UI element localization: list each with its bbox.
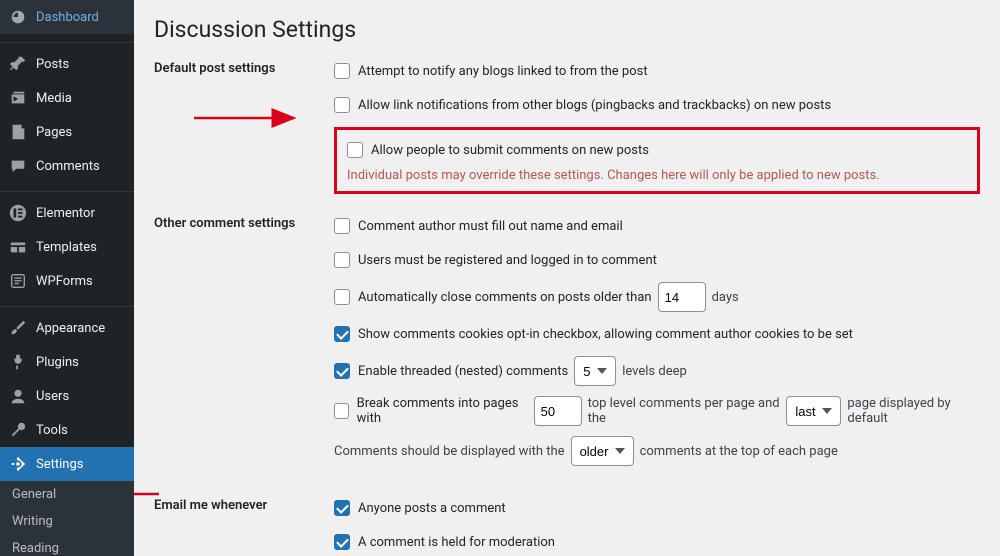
sidebar-item-plugins[interactable]: Plugins bbox=[0, 345, 134, 379]
page-title: Discussion Settings bbox=[154, 16, 980, 43]
menu-separator bbox=[0, 302, 134, 307]
checkbox-threaded[interactable] bbox=[334, 363, 350, 379]
elementor-icon bbox=[8, 203, 28, 223]
note-override: Individual posts may override these sett… bbox=[347, 168, 967, 183]
sidebar-item-label: Comments bbox=[36, 159, 100, 174]
sidebar-item-label: Appearance bbox=[36, 321, 105, 336]
label-email-moderation: A comment is held for moderation bbox=[358, 535, 555, 550]
submenu-reading[interactable]: Reading bbox=[0, 535, 134, 556]
sidebar-item-tools[interactable]: Tools bbox=[0, 413, 134, 447]
checkbox-break-pages[interactable] bbox=[334, 403, 349, 419]
checkbox-registered[interactable] bbox=[334, 252, 350, 268]
sidebar-item-settings[interactable]: Settings bbox=[0, 447, 134, 481]
pages-icon bbox=[8, 122, 28, 142]
checkbox-cookies[interactable] bbox=[334, 326, 350, 342]
checkbox-notify-blogs[interactable] bbox=[334, 63, 350, 79]
submenu-general[interactable]: General bbox=[0, 481, 134, 508]
label-display-post: comments at the top of each page bbox=[640, 444, 838, 459]
user-icon bbox=[8, 386, 28, 406]
menu-separator bbox=[0, 38, 134, 43]
label-email-anyone: Anyone posts a comment bbox=[358, 501, 506, 516]
checkbox-email-anyone[interactable] bbox=[334, 500, 350, 516]
sidebar-item-label: Dashboard bbox=[36, 10, 99, 25]
comment-icon bbox=[8, 156, 28, 176]
select-comment-order[interactable]: older bbox=[571, 436, 634, 466]
settings-submenu: General Writing Reading Discussion Media… bbox=[0, 481, 134, 556]
annotation-arrow-bottom bbox=[134, 482, 164, 506]
sidebar-item-label: Pages bbox=[36, 125, 72, 140]
label-display-pre: Comments should be displayed with the bbox=[334, 444, 565, 459]
sidebar-item-label: Media bbox=[36, 91, 72, 106]
sidebar-item-pages[interactable]: Pages bbox=[0, 115, 134, 149]
sidebar-item-comments[interactable]: Comments bbox=[0, 149, 134, 183]
sidebar-item-media[interactable]: Media bbox=[0, 81, 134, 115]
annotation-arrow-top bbox=[194, 106, 304, 130]
label-threaded-pre: Enable threaded (nested) comments bbox=[358, 364, 568, 379]
label-break-post: page displayed by default bbox=[847, 396, 980, 426]
input-close-days[interactable] bbox=[658, 282, 706, 312]
sidebar-item-appearance[interactable]: Appearance bbox=[0, 311, 134, 345]
section-heading-other: Other comment settings bbox=[154, 214, 334, 231]
label-break-pre: Break comments into pages with bbox=[357, 396, 528, 426]
dashboard-icon bbox=[8, 7, 28, 27]
section-heading-default-post: Default post settings bbox=[154, 59, 334, 76]
sidebar-item-users[interactable]: Users bbox=[0, 379, 134, 413]
submenu-writing[interactable]: Writing bbox=[0, 508, 134, 535]
templates-icon bbox=[8, 237, 28, 257]
section-heading-email: Email me whenever bbox=[154, 496, 334, 513]
sidebar-item-label: Templates bbox=[36, 240, 97, 255]
checkbox-allow-comments[interactable] bbox=[347, 142, 363, 158]
checkbox-pingbacks[interactable] bbox=[334, 97, 350, 113]
sidebar-item-templates[interactable]: Templates bbox=[0, 230, 134, 264]
label-registered: Users must be registered and logged in t… bbox=[358, 253, 657, 268]
label-notify-blogs: Attempt to notify any blogs linked to fr… bbox=[358, 64, 648, 79]
pin-icon bbox=[8, 54, 28, 74]
sidebar-item-dashboard[interactable]: Dashboard bbox=[0, 0, 134, 34]
label-cookies: Show comments cookies opt-in checkbox, a… bbox=[358, 327, 853, 342]
highlight-allow-comments: Allow people to submit comments on new p… bbox=[334, 127, 980, 194]
input-per-page[interactable] bbox=[534, 396, 582, 426]
sidebar-item-label: Users bbox=[36, 389, 69, 404]
sidebar-item-label: Plugins bbox=[36, 355, 79, 370]
settings-content: Discussion Settings Default post setting… bbox=[134, 0, 1000, 556]
media-icon bbox=[8, 88, 28, 108]
sidebar-item-label: WPForms bbox=[36, 274, 93, 289]
label-threaded-post: levels deep bbox=[622, 364, 687, 379]
checkbox-auto-close[interactable] bbox=[334, 289, 350, 305]
sidebar-item-posts[interactable]: Posts bbox=[0, 47, 134, 81]
checkbox-name-email[interactable] bbox=[334, 218, 350, 234]
sidebar-item-label: Settings bbox=[36, 457, 83, 472]
gear-icon bbox=[8, 454, 28, 474]
checkbox-email-moderation[interactable] bbox=[334, 534, 350, 550]
sidebar-item-label: Elementor bbox=[36, 206, 95, 221]
sidebar-item-label: Posts bbox=[36, 57, 69, 72]
select-page-order[interactable]: last bbox=[786, 396, 841, 426]
menu-separator bbox=[0, 187, 134, 192]
brush-icon bbox=[8, 318, 28, 338]
plugin-icon bbox=[8, 352, 28, 372]
sidebar-item-wpforms[interactable]: WPForms bbox=[0, 264, 134, 298]
label-name-email: Comment author must fill out name and em… bbox=[358, 219, 623, 234]
select-thread-levels[interactable]: 5 bbox=[574, 356, 616, 386]
admin-sidebar: Dashboard Posts Media Pages Comments Ele… bbox=[0, 0, 134, 556]
sidebar-item-elementor[interactable]: Elementor bbox=[0, 196, 134, 230]
wrench-icon bbox=[8, 420, 28, 440]
wpforms-icon bbox=[8, 271, 28, 291]
label-auto-close-pre: Automatically close comments on posts ol… bbox=[358, 290, 652, 305]
label-pingbacks: Allow link notifications from other blog… bbox=[358, 98, 831, 113]
sidebar-item-label: Tools bbox=[36, 423, 68, 438]
label-allow-comments: Allow people to submit comments on new p… bbox=[371, 143, 649, 158]
label-auto-close-post: days bbox=[712, 290, 739, 305]
label-break-mid: top level comments per page and the bbox=[588, 396, 781, 426]
